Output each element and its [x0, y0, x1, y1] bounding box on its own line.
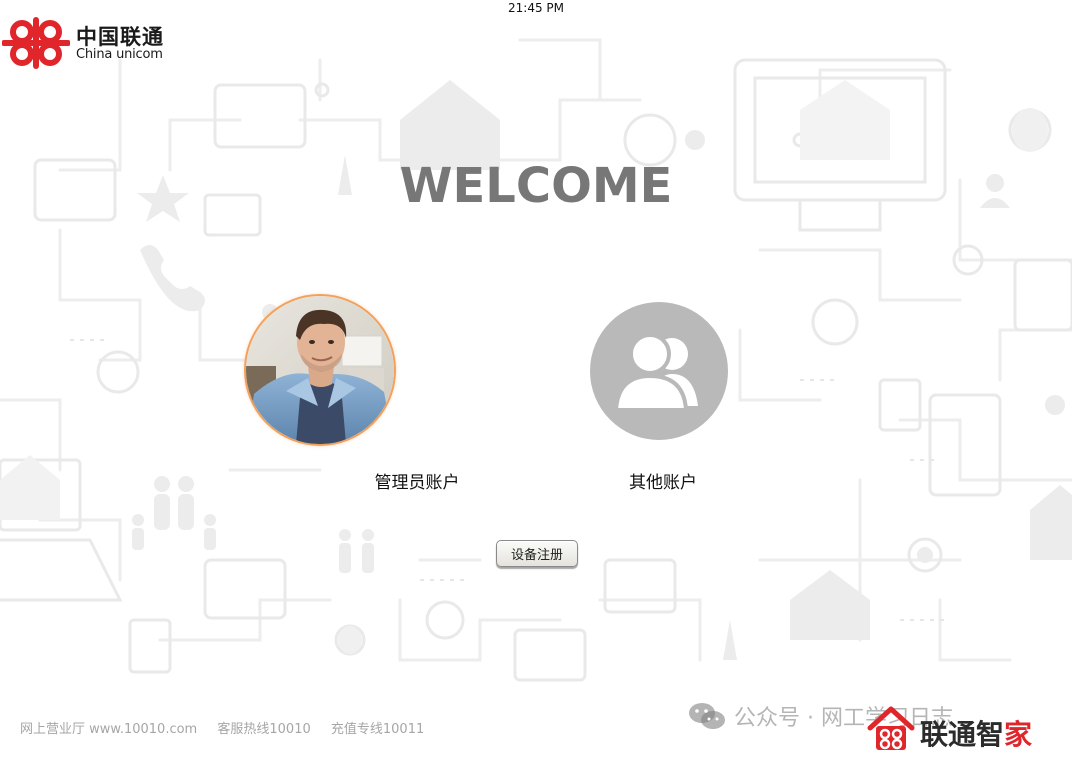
unicom-knot-icon [2, 17, 70, 69]
user-group-icon [613, 333, 698, 412]
unicom-smart-home-logo: 联通智家 [866, 704, 1066, 756]
china-unicom-logo: 中国联通 China unicom [2, 16, 182, 72]
footer-recharge-line: 充值专线10011 [330, 722, 425, 737]
network-background [0, 38, 1072, 682]
footer-website[interactable]: 网上营业厅 www.10010.com [20, 722, 197, 737]
wechat-icon [689, 703, 725, 729]
other-account-label[interactable]: 其他账户 [603, 468, 723, 493]
smart-home-text: 联通智家 [920, 713, 1032, 753]
device-register-button[interactable]: 设备注册 [496, 540, 578, 567]
admin-photo [246, 296, 394, 444]
admin-avatar[interactable] [244, 294, 396, 446]
footer-hotline: 客服热线10010 [217, 722, 311, 737]
welcome-title: WELCOME [399, 158, 673, 214]
smart-home-text-accent: 家 [1004, 718, 1033, 751]
smart-home-icon [867, 706, 915, 750]
footer-links: 网上营业厅 www.10010.com 客服热线10010 充值专线10011 [20, 718, 440, 737]
brand-name-en: China unicom [76, 47, 163, 62]
status-clock: 21:45 PM [508, 1, 564, 15]
admin-account-label[interactable]: 管理员账户 [356, 468, 478, 493]
smart-home-text-main: 联通智 [920, 718, 1005, 751]
other-avatar[interactable] [590, 302, 728, 440]
